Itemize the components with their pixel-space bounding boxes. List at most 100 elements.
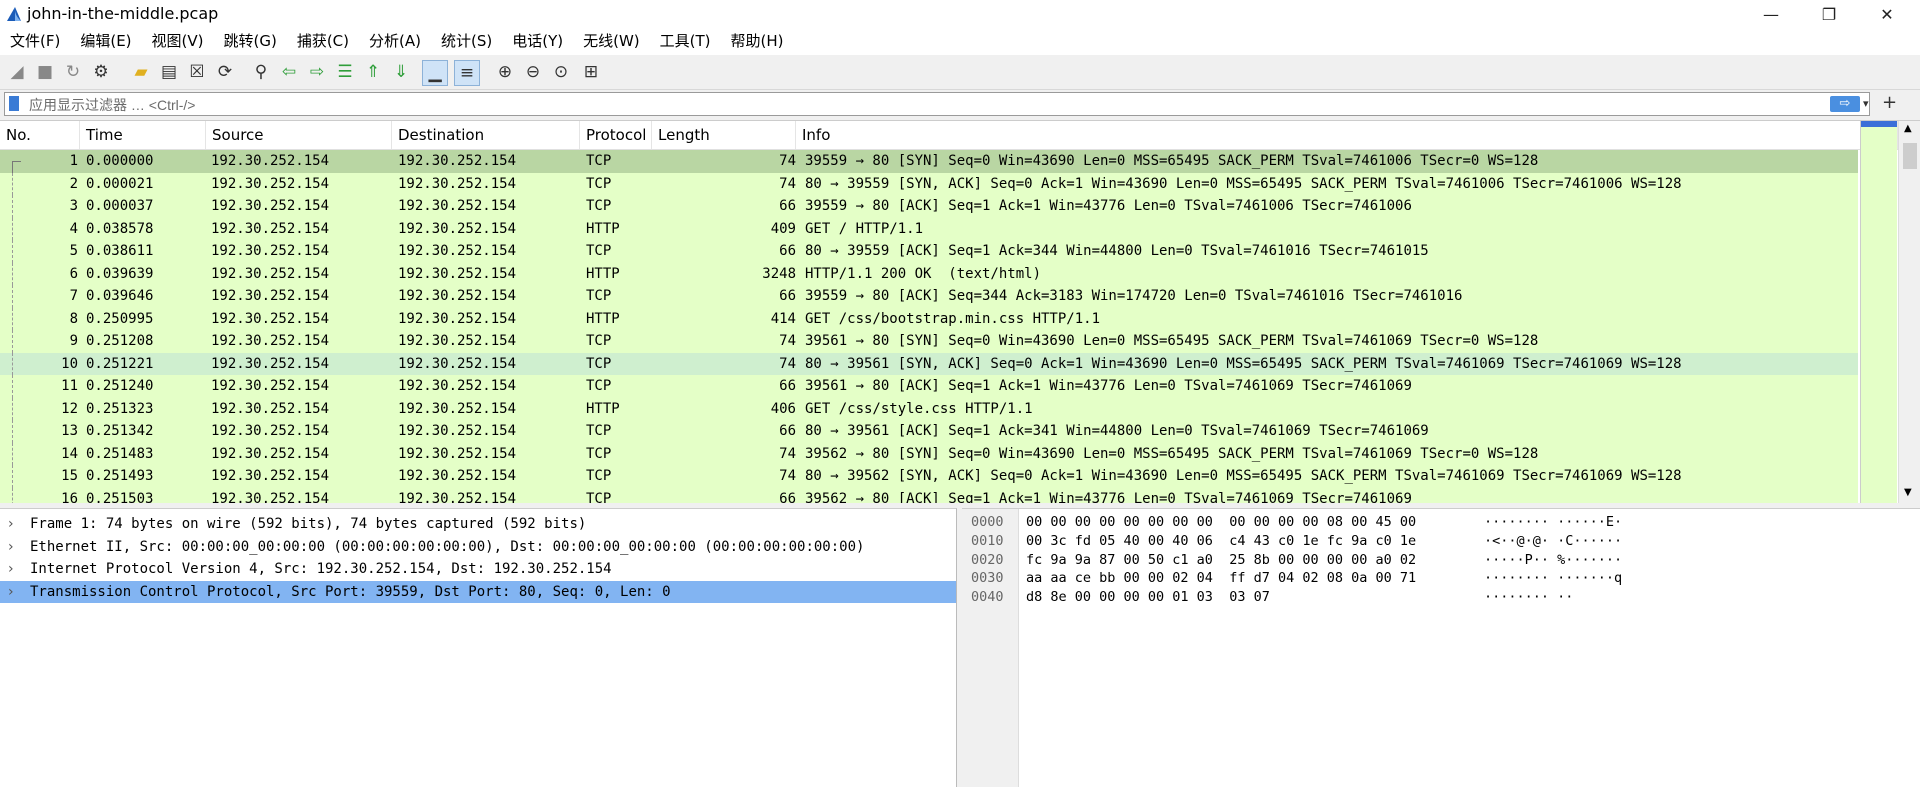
display-filter-input[interactable] [27, 94, 1821, 116]
packet-row[interactable]: 10 0.251221 192.30.252.154 192.30.252.154 TC… [0, 352, 1858, 375]
save-file-icon[interactable]: ▤ [158, 61, 180, 83]
filter-dropdown-icon[interactable]: ▾ [1863, 97, 1869, 110]
minimize-button[interactable]: — [1742, 0, 1800, 28]
packet-row[interactable]: 11 0.251240 192.30.252.154 192.30.252.154 TC… [0, 375, 1858, 398]
autoscroll-icon[interactable]: ▁ [422, 60, 448, 86]
stop-icon[interactable]: ■ [34, 61, 56, 83]
packet-row[interactable]: 5 0.038611 192.30.252.154 192.30.252.154 TCP… [0, 240, 1858, 263]
detail-tree-item[interactable]: › Internet Protocol Version 4, Src: 192.3… [0, 558, 956, 581]
zoom-in-icon[interactable]: ⊕ [494, 61, 516, 83]
byte-ascii[interactable]: ·<··@·@· ·C······ [1484, 532, 1622, 551]
expand-chevron-icon[interactable]: › [8, 558, 14, 581]
cell-info: GET /css/bootstrap.min.css HTTP/1.1 [805, 310, 1101, 327]
scroll-up-icon[interactable]: ▲ [1904, 123, 1912, 134]
menu-item-1[interactable]: 编辑(E) [70, 28, 141, 55]
byte-hex[interactable]: d8 8e 00 00 00 00 01 03 03 07 [1026, 588, 1270, 607]
cell-length: 74 [779, 333, 796, 349]
open-folder-icon[interactable]: ▰ [130, 61, 152, 83]
zoom-normal-icon[interactable]: ⊙ [550, 61, 572, 83]
packet-list-scrollbar[interactable]: ▲ ▼ [1898, 121, 1920, 503]
cell-time: 0.251240 [86, 378, 154, 394]
col-source-header[interactable]: Source [206, 121, 392, 149]
packet-row[interactable]: 6 0.039639 192.30.252.154 192.30.252.154 HTT… [0, 262, 1858, 285]
packet-row[interactable]: 13 0.251342 192.30.252.154 192.30.252.154 TC… [0, 420, 1858, 443]
menu-item-9[interactable]: 工具(T) [650, 28, 721, 55]
byte-hex[interactable]: aa aa ce bb 00 00 02 04 ff d7 04 02 08 0… [1026, 569, 1416, 588]
shark-fin-start-icon[interactable]: ◢ [6, 61, 28, 83]
reload-icon[interactable]: ⟳ [214, 61, 236, 83]
byte-offset: 0000 [971, 514, 1004, 530]
menu-item-8[interactable]: 无线(W) [573, 28, 650, 55]
cell-protocol: TCP [586, 490, 612, 504]
cell-info: 80 → 39561 [ACK] Seq=1 Ack=341 Win=44800… [805, 423, 1429, 439]
detail-tree-item[interactable]: › Ethernet II, Src: 00:00:00_00:00:00 (00… [0, 536, 956, 559]
options-gear-icon[interactable]: ⚙ [90, 61, 112, 83]
cell-destination: 192.30.252.154 [398, 445, 517, 462]
expand-chevron-icon[interactable]: › [8, 536, 14, 559]
add-filter-button[interactable]: + [1882, 92, 1897, 113]
bookmark-icon[interactable] [9, 96, 19, 111]
find-icon[interactable]: ⚲ [250, 61, 272, 83]
packet-row[interactable]: 8 0.250995 192.30.252.154 192.30.252.154 HTT… [0, 307, 1858, 330]
byte-hex[interactable]: 00 00 00 00 00 00 00 00 00 00 00 00 08 0… [1026, 513, 1416, 532]
col-no-header[interactable]: No. [0, 121, 80, 149]
cell-destination: 192.30.252.154 [398, 265, 517, 282]
cell-time: 0.251503 [86, 490, 154, 504]
scrollbar-thumb[interactable] [1903, 143, 1917, 169]
menu-item-0[interactable]: 文件(F) [0, 28, 70, 55]
expand-chevron-icon[interactable]: › [8, 513, 14, 536]
menu-item-7[interactable]: 电话(Y) [502, 28, 573, 55]
packet-row[interactable]: 2 0.000021 192.30.252.154 192.30.252.154 TCP… [0, 172, 1858, 195]
col-info-header[interactable]: Info [796, 121, 1898, 149]
cell-length: 3248 [762, 265, 796, 282]
cell-protocol: HTTP [586, 310, 620, 327]
cell-length: 74 [779, 445, 796, 462]
col-time-header[interactable]: Time [80, 121, 206, 149]
detail-tree-item[interactable]: › Frame 1: 74 bytes on wire (592 bits), 7… [0, 513, 956, 536]
go-forward-icon[interactable]: ⇨ [306, 61, 328, 83]
expand-chevron-icon[interactable]: › [8, 581, 14, 604]
detail-tree-item[interactable]: › Transmission Control Protocol, Src Port… [0, 580, 956, 604]
go-to-packet-icon[interactable]: ☰ [334, 61, 356, 83]
packet-row[interactable]: 14 0.251483 192.30.252.154 192.30.252.154 TC… [0, 442, 1858, 465]
restart-icon[interactable]: ↻ [62, 61, 84, 83]
close-button[interactable]: ✕ [1858, 0, 1916, 28]
packet-row[interactable]: 9 0.251208 192.30.252.154 192.30.252.154 TCP… [0, 330, 1858, 353]
packet-row[interactable]: 12 0.251323 192.30.252.154 192.30.252.154 HT… [0, 397, 1858, 420]
byte-hex[interactable]: 00 3c fd 05 40 00 40 06 c4 43 c0 1e fc 9… [1026, 532, 1416, 551]
byte-ascii[interactable]: ·····P·· %······· [1484, 551, 1622, 570]
cell-destination: 192.30.252.154 [398, 243, 517, 259]
colorize-icon[interactable]: ≡ [454, 60, 480, 86]
maximize-button[interactable]: ❐ [1800, 0, 1858, 28]
scroll-down-icon[interactable]: ▼ [1904, 487, 1912, 498]
go-last-icon[interactable]: ⇓ [390, 61, 412, 83]
packet-minimap[interactable] [1860, 121, 1897, 503]
go-first-icon[interactable]: ⇑ [362, 61, 384, 83]
byte-ascii[interactable]: ········ ······E· [1484, 513, 1622, 532]
byte-offset: 0010 [971, 532, 1004, 549]
menu-item-4[interactable]: 捕获(C) [287, 28, 359, 55]
resize-columns-icon[interactable]: ⊞ [580, 61, 602, 83]
menu-item-2[interactable]: 视图(V) [142, 28, 214, 55]
byte-hex[interactable]: fc 9a 9a 87 00 50 c1 a0 25 8b 00 00 00 0… [1026, 551, 1416, 570]
col-destination-header[interactable]: Destination [392, 121, 580, 149]
menu-item-6[interactable]: 统计(S) [431, 28, 502, 55]
close-file-icon[interactable]: ☒ [186, 61, 208, 83]
cell-source: 192.30.252.154 [211, 468, 330, 484]
col-protocol-header[interactable]: Protocol [580, 121, 652, 149]
zoom-out-icon[interactable]: ⊖ [522, 61, 544, 83]
packet-row[interactable]: 1 0.000000 192.30.252.154 192.30.252.154 TCP… [0, 150, 1858, 174]
packet-row[interactable]: 16 0.251503 192.30.252.154 192.30.252.154 TC… [0, 487, 1858, 504]
packet-row[interactable]: 4 0.038578 192.30.252.154 192.30.252.154 HTT… [0, 217, 1858, 240]
go-back-icon[interactable]: ⇦ [278, 61, 300, 83]
menu-item-10[interactable]: 帮助(H) [721, 28, 794, 55]
byte-ascii[interactable]: ········ ·······q [1484, 569, 1622, 588]
byte-ascii[interactable]: ········ ·· [1484, 588, 1573, 607]
menu-item-5[interactable]: 分析(A) [359, 28, 431, 55]
col-length-header[interactable]: Length [652, 121, 796, 149]
packet-row[interactable]: 7 0.039646 192.30.252.154 192.30.252.154 TCP… [0, 285, 1858, 308]
packet-row[interactable]: 3 0.000037 192.30.252.154 192.30.252.154 TCP… [0, 195, 1858, 218]
packet-row[interactable]: 15 0.251493 192.30.252.154 192.30.252.154 TC… [0, 465, 1858, 488]
apply-filter-button[interactable]: ⇨ [1830, 96, 1860, 112]
menu-item-3[interactable]: 跳转(G) [214, 28, 287, 55]
